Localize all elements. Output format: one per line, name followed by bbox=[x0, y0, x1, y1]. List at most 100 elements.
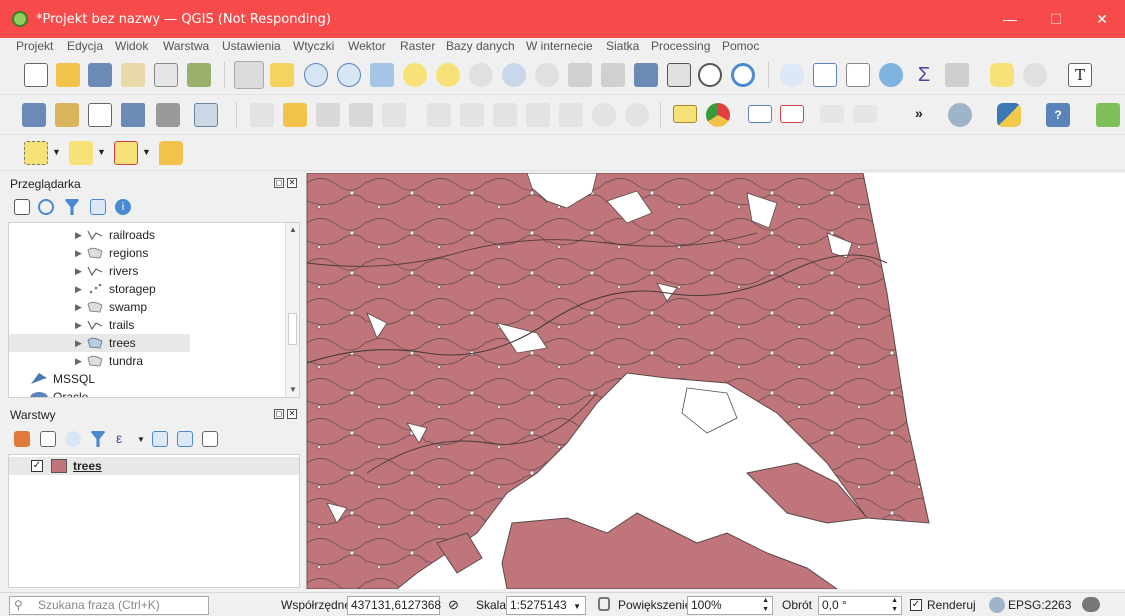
zoom-full-icon[interactable] bbox=[370, 63, 394, 87]
add-group-icon[interactable] bbox=[40, 431, 56, 447]
new-project-icon[interactable] bbox=[24, 63, 48, 87]
collapse-all-icon[interactable] bbox=[90, 199, 106, 215]
layer-row-trees[interactable]: ✓ trees bbox=[9, 457, 299, 475]
tree-item-mssql[interactable]: MSSQL bbox=[27, 370, 227, 388]
layer-labeling-icon[interactable] bbox=[673, 105, 697, 123]
scale-dropdown-icon[interactable]: ▼ bbox=[573, 598, 581, 615]
zoom-in-icon[interactable] bbox=[304, 63, 328, 87]
expand-arrow-icon[interactable]: ▶ bbox=[75, 316, 85, 334]
show-hide-labels-icon[interactable] bbox=[820, 105, 844, 123]
menu-projekt[interactable]: Projekt bbox=[16, 39, 53, 53]
deselect-features-icon[interactable] bbox=[114, 141, 138, 165]
properties-icon[interactable]: i bbox=[115, 199, 131, 215]
delete-selected-icon[interactable] bbox=[460, 103, 484, 127]
magnifier-field[interactable]: 100% ▲ ▼ bbox=[687, 596, 773, 615]
new-bookmark-icon[interactable] bbox=[634, 63, 658, 87]
metasearch-icon[interactable] bbox=[948, 103, 972, 127]
layers-float-button[interactable]: ◻ bbox=[274, 409, 284, 419]
new-3d-map-view-icon[interactable] bbox=[601, 63, 625, 87]
pin-labels-icon[interactable] bbox=[780, 105, 804, 123]
statistical-summary-icon[interactable]: Σ bbox=[912, 63, 936, 87]
tree-item-tundra[interactable]: ▶ tundra bbox=[75, 352, 275, 370]
map-tips-icon[interactable] bbox=[990, 63, 1014, 87]
magnifier-spin-icon[interactable]: ▲ ▼ bbox=[762, 596, 769, 614]
redo-icon[interactable] bbox=[625, 103, 649, 127]
tree-item-oracle[interactable]: Oracle bbox=[27, 388, 227, 397]
layout-manager-icon[interactable] bbox=[154, 63, 178, 87]
field-calculator-icon[interactable] bbox=[846, 63, 870, 87]
open-project-icon[interactable] bbox=[56, 63, 80, 87]
browser-float-button[interactable]: ◻ bbox=[274, 178, 284, 188]
manage-map-themes-icon[interactable] bbox=[65, 431, 81, 447]
crs-button[interactable]: EPSG:2263 bbox=[1008, 598, 1071, 612]
copy-features-icon[interactable] bbox=[526, 103, 550, 127]
style-manager-icon[interactable] bbox=[187, 63, 211, 87]
map-settings-icon[interactable] bbox=[1023, 63, 1047, 87]
toggle-extents-icon[interactable]: ⊘ bbox=[448, 597, 464, 613]
minimize-button[interactable]: — bbox=[987, 0, 1033, 38]
scale-field[interactable]: 1:5275143 ▼ bbox=[506, 596, 586, 615]
menu-ustawienia[interactable]: Ustawienia bbox=[222, 39, 281, 53]
current-edits-icon[interactable] bbox=[250, 103, 274, 127]
vertex-tool-icon[interactable] bbox=[382, 103, 406, 127]
highlight-pinned-labels-icon[interactable] bbox=[748, 105, 772, 123]
refresh-icon[interactable] bbox=[731, 63, 755, 87]
processing-toolbox-icon[interactable] bbox=[879, 63, 903, 87]
collapse-all-layers-icon[interactable] bbox=[177, 431, 193, 447]
zoom-out-icon[interactable] bbox=[337, 63, 361, 87]
crs-globe-icon[interactable] bbox=[989, 597, 1005, 613]
expand-arrow-icon[interactable]: ▶ bbox=[75, 262, 85, 280]
python-console-icon[interactable] bbox=[997, 103, 1021, 127]
tree-item-trails[interactable]: ▶ trails bbox=[75, 316, 275, 334]
scroll-thumb[interactable] bbox=[288, 313, 297, 345]
identify-features-icon[interactable] bbox=[780, 63, 804, 87]
select-expression-dropdown-arrow-icon[interactable]: ▼ bbox=[97, 147, 106, 157]
browser-tree[interactable]: ▶ railroads ▶ regions ▶ rivers ▶ storage… bbox=[8, 222, 300, 398]
undo-icon[interactable] bbox=[592, 103, 616, 127]
menu-wtyczki[interactable]: Wtyczki bbox=[293, 39, 334, 53]
menu-siatka[interactable]: Siatka bbox=[606, 39, 639, 53]
messages-icon[interactable] bbox=[1082, 597, 1100, 612]
pan-map-icon[interactable] bbox=[234, 61, 264, 89]
select-features-icon[interactable] bbox=[24, 141, 48, 165]
map-canvas[interactable] bbox=[306, 173, 1125, 589]
menu-bazy-danych[interactable]: Bazy danych bbox=[446, 39, 515, 53]
scroll-up-icon[interactable]: ▲ bbox=[287, 223, 299, 237]
layer-diagram-icon[interactable] bbox=[706, 103, 730, 127]
menu-wektor[interactable]: Wektor bbox=[348, 39, 386, 53]
lock-scale-icon[interactable] bbox=[598, 597, 610, 611]
menu-widok[interactable]: Widok bbox=[115, 39, 148, 53]
layers-list[interactable]: ✓ trees bbox=[8, 454, 300, 588]
toolbar-overflow-button[interactable]: » bbox=[915, 105, 923, 121]
zoom-native-icon[interactable] bbox=[469, 63, 493, 87]
tree-item-storagep[interactable]: ▶ storagep bbox=[75, 280, 275, 298]
expand-all-icon[interactable] bbox=[152, 431, 168, 447]
select-by-location-icon[interactable] bbox=[159, 141, 183, 165]
tree-item-rivers[interactable]: ▶ rivers bbox=[75, 262, 275, 280]
menu-raster[interactable]: Raster bbox=[400, 39, 435, 53]
browser-scrollbar[interactable]: ▲ ▼ bbox=[285, 223, 299, 397]
maximize-button[interactable]: ☐ bbox=[1033, 0, 1079, 38]
digitize-icon[interactable] bbox=[121, 103, 145, 127]
data-source-manager-icon[interactable] bbox=[22, 103, 46, 127]
filter-browser-icon[interactable] bbox=[64, 199, 80, 215]
pan-to-selection-icon[interactable] bbox=[270, 63, 294, 87]
filter-legend-icon[interactable] bbox=[90, 431, 106, 447]
expand-arrow-icon[interactable]: ▶ bbox=[75, 352, 85, 370]
zoom-to-layer-icon[interactable] bbox=[436, 63, 460, 87]
browser-refresh-icon[interactable] bbox=[38, 199, 54, 215]
deselect-dropdown-arrow-icon[interactable]: ▼ bbox=[142, 147, 151, 157]
help-icon[interactable]: ? bbox=[1046, 103, 1070, 127]
coordinate-field[interactable]: 437131,6127368 bbox=[347, 596, 441, 615]
rotation-spin-icon[interactable]: ▲ ▼ bbox=[891, 596, 898, 614]
text-annotation-icon[interactable]: T bbox=[1068, 63, 1092, 87]
attribute-table-icon[interactable] bbox=[813, 63, 837, 87]
remove-layer-icon[interactable] bbox=[202, 431, 218, 447]
add-layer-icon[interactable] bbox=[14, 199, 30, 215]
browser-close-button[interactable]: ✕ bbox=[287, 178, 297, 188]
vector-layer-icon[interactable] bbox=[194, 103, 218, 127]
paste-features-icon[interactable] bbox=[559, 103, 583, 127]
filter-expression-dropdown-icon[interactable]: ▼ bbox=[137, 435, 145, 444]
toggle-editing-icon[interactable] bbox=[283, 103, 307, 127]
new-shapefile-layer-icon[interactable] bbox=[88, 103, 112, 127]
